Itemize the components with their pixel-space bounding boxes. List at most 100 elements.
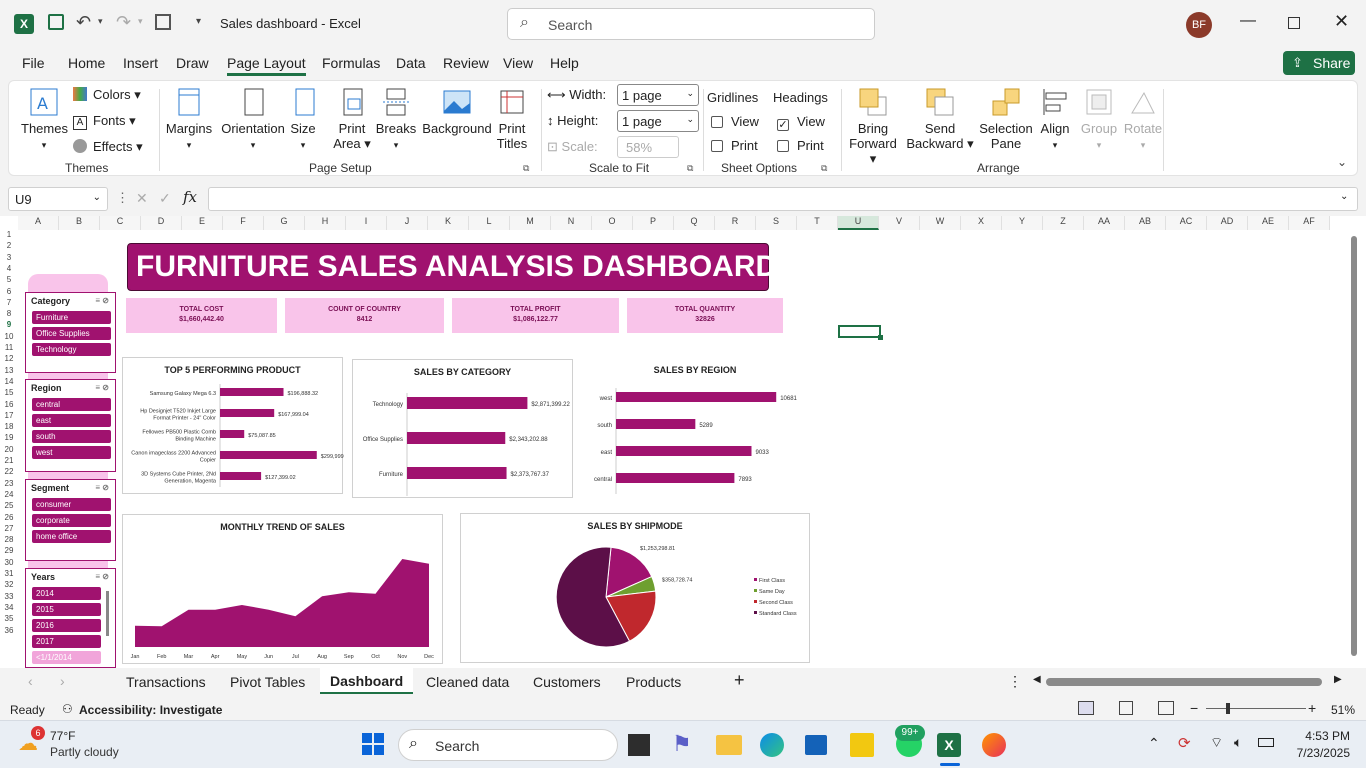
- tab-data[interactable]: Data: [396, 55, 426, 71]
- tab-insert[interactable]: Insert: [123, 55, 158, 71]
- scale-input[interactable]: 58%: [617, 136, 679, 158]
- name-box[interactable]: U9 ⌄: [8, 187, 108, 211]
- row-header-15[interactable]: 15: [0, 389, 18, 398]
- battery-icon[interactable]: [1258, 738, 1274, 747]
- row-header-24[interactable]: 24: [0, 490, 18, 500]
- expand-formula-icon[interactable]: ⌄: [1340, 191, 1348, 202]
- column-header-y[interactable]: Y: [1002, 216, 1043, 230]
- slicer-item[interactable]: 2015: [32, 603, 101, 616]
- edge-icon[interactable]: [760, 733, 784, 757]
- column-header-ac[interactable]: AC: [1166, 216, 1207, 230]
- formula-input[interactable]: [208, 187, 1358, 211]
- row-header-13[interactable]: 13: [0, 366, 18, 376]
- zoom-out-icon[interactable]: −: [1190, 700, 1198, 716]
- column-header-e[interactable]: E: [182, 216, 223, 230]
- sheet-tab-customers[interactable]: Customers: [533, 674, 601, 690]
- column-header-r[interactable]: R: [715, 216, 756, 230]
- column-header-x[interactable]: X: [961, 216, 1002, 230]
- column-header-q[interactable]: Q: [674, 216, 715, 230]
- store-icon[interactable]: [805, 735, 827, 755]
- enter-icon[interactable]: ✓: [159, 190, 171, 207]
- column-header-af[interactable]: AF: [1289, 216, 1330, 230]
- row-header-36[interactable]: 36: [0, 626, 18, 636]
- background-button[interactable]: Background: [419, 87, 495, 136]
- print-titles-button[interactable]: Print Titles: [489, 87, 535, 151]
- rotate-button[interactable]: Rotate ▾: [1121, 87, 1165, 151]
- row-header-2[interactable]: 2: [0, 242, 18, 251]
- headings-view-checkbox[interactable]: ✓ View: [777, 114, 825, 131]
- slicer-item[interactable]: Technology: [32, 343, 111, 356]
- tab-view[interactable]: View: [503, 55, 533, 71]
- volume-icon[interactable]: 🔈︎: [1234, 734, 1242, 751]
- zoom-slider[interactable]: [1206, 708, 1306, 709]
- slicer-item[interactable]: south: [32, 430, 111, 443]
- close-icon[interactable]: ✕: [1334, 11, 1349, 32]
- tab-home[interactable]: Home: [68, 55, 105, 71]
- row-header-31[interactable]: 31: [0, 569, 18, 579]
- column-header-c[interactable]: C: [100, 216, 141, 230]
- show-hidden-icons-icon[interactable]: ⌃: [1148, 735, 1160, 752]
- slicer-item[interactable]: west: [32, 446, 111, 459]
- tab-help[interactable]: Help: [550, 55, 579, 71]
- customize-toolbar-icon[interactable]: ▾: [196, 16, 201, 27]
- sheet-tab-cleaned-data[interactable]: Cleaned data: [426, 674, 509, 690]
- page-layout-view-icon[interactable]: [1119, 701, 1133, 715]
- tab-review[interactable]: Review: [443, 55, 489, 71]
- undo-icon[interactable]: ↶: [76, 12, 91, 33]
- column-header-ae[interactable]: AE: [1248, 216, 1289, 230]
- zoom-slider-thumb[interactable]: [1226, 703, 1230, 714]
- row-header-35[interactable]: 35: [0, 615, 18, 624]
- slicer-item[interactable]: 2014: [32, 587, 101, 600]
- windows-start-icon[interactable]: [362, 733, 384, 755]
- align-button[interactable]: Align ▾: [1033, 87, 1077, 151]
- scroll-right-icon[interactable]: ▶: [1334, 674, 1342, 685]
- column-header-v[interactable]: V: [879, 216, 920, 230]
- slicer-item[interactable]: corporate: [32, 514, 111, 527]
- row-header-27[interactable]: 27: [0, 524, 18, 534]
- fill-handle[interactable]: [878, 335, 883, 340]
- teams-icon[interactable]: ⚑: [672, 731, 704, 763]
- taskbar-search[interactable]: ⌕ Search: [398, 729, 618, 761]
- collapse-ribbon-icon[interactable]: ⌄: [1337, 155, 1347, 169]
- restore-icon[interactable]: [1288, 17, 1300, 29]
- slicer-item[interactable]: 2017: [32, 635, 101, 648]
- column-header-i[interactable]: I: [346, 216, 387, 230]
- row-header-7[interactable]: 7: [0, 298, 18, 308]
- print-area-button[interactable]: Print Area ▾: [329, 87, 375, 152]
- row-header-33[interactable]: 33: [0, 592, 18, 602]
- send-backward-button[interactable]: Send Backward ▾: [905, 87, 975, 152]
- row-header-8[interactable]: 8: [0, 310, 18, 319]
- column-header-s[interactable]: S: [756, 216, 797, 230]
- firefox-icon[interactable]: [982, 733, 1006, 757]
- slicer-item[interactable]: central: [32, 398, 111, 411]
- row-header-6[interactable]: 6: [0, 287, 18, 297]
- clock-time[interactable]: 4:53 PM: [1290, 729, 1350, 743]
- row-header-3[interactable]: 3: [0, 253, 18, 263]
- redo-dropdown-icon[interactable]: ▾: [138, 16, 143, 27]
- redo-icon[interactable]: ↷: [116, 12, 131, 33]
- column-header-m[interactable]: M: [510, 216, 551, 230]
- column-header-z[interactable]: Z: [1043, 216, 1084, 230]
- row-header-1[interactable]: 1: [0, 230, 18, 240]
- column-header-n[interactable]: N: [551, 216, 592, 230]
- sheet-tab-pivot-tables[interactable]: Pivot Tables: [230, 674, 305, 690]
- row-header-11[interactable]: 11: [0, 343, 18, 353]
- column-header-g[interactable]: G: [264, 216, 305, 230]
- prev-sheet-icon[interactable]: ‹: [28, 673, 33, 689]
- task-view-icon[interactable]: [628, 734, 650, 756]
- width-select[interactable]: 1 page ⌄: [617, 84, 699, 106]
- undo-dropdown-icon[interactable]: ▾: [98, 16, 103, 27]
- column-header-b[interactable]: B: [59, 216, 100, 230]
- next-sheet-icon[interactable]: ›: [60, 673, 65, 689]
- scale-launcher-icon[interactable]: ⧉: [687, 163, 693, 174]
- selected-cell-U9[interactable]: [838, 325, 881, 338]
- row-header-25[interactable]: 25: [0, 502, 18, 511]
- zoom-in-icon[interactable]: +: [1308, 700, 1316, 716]
- bring-forward-button[interactable]: Bring Forward ▾: [845, 87, 901, 167]
- sheet-options-launcher-icon[interactable]: ⧉: [821, 163, 827, 174]
- vertical-scrollbar[interactable]: [1350, 224, 1358, 664]
- fonts-button[interactable]: A Fonts ▾: [73, 113, 136, 130]
- row-header-18[interactable]: 18: [0, 423, 18, 432]
- row-header-20[interactable]: 20: [0, 445, 18, 455]
- gridlines-print-checkbox[interactable]: Print: [711, 138, 758, 153]
